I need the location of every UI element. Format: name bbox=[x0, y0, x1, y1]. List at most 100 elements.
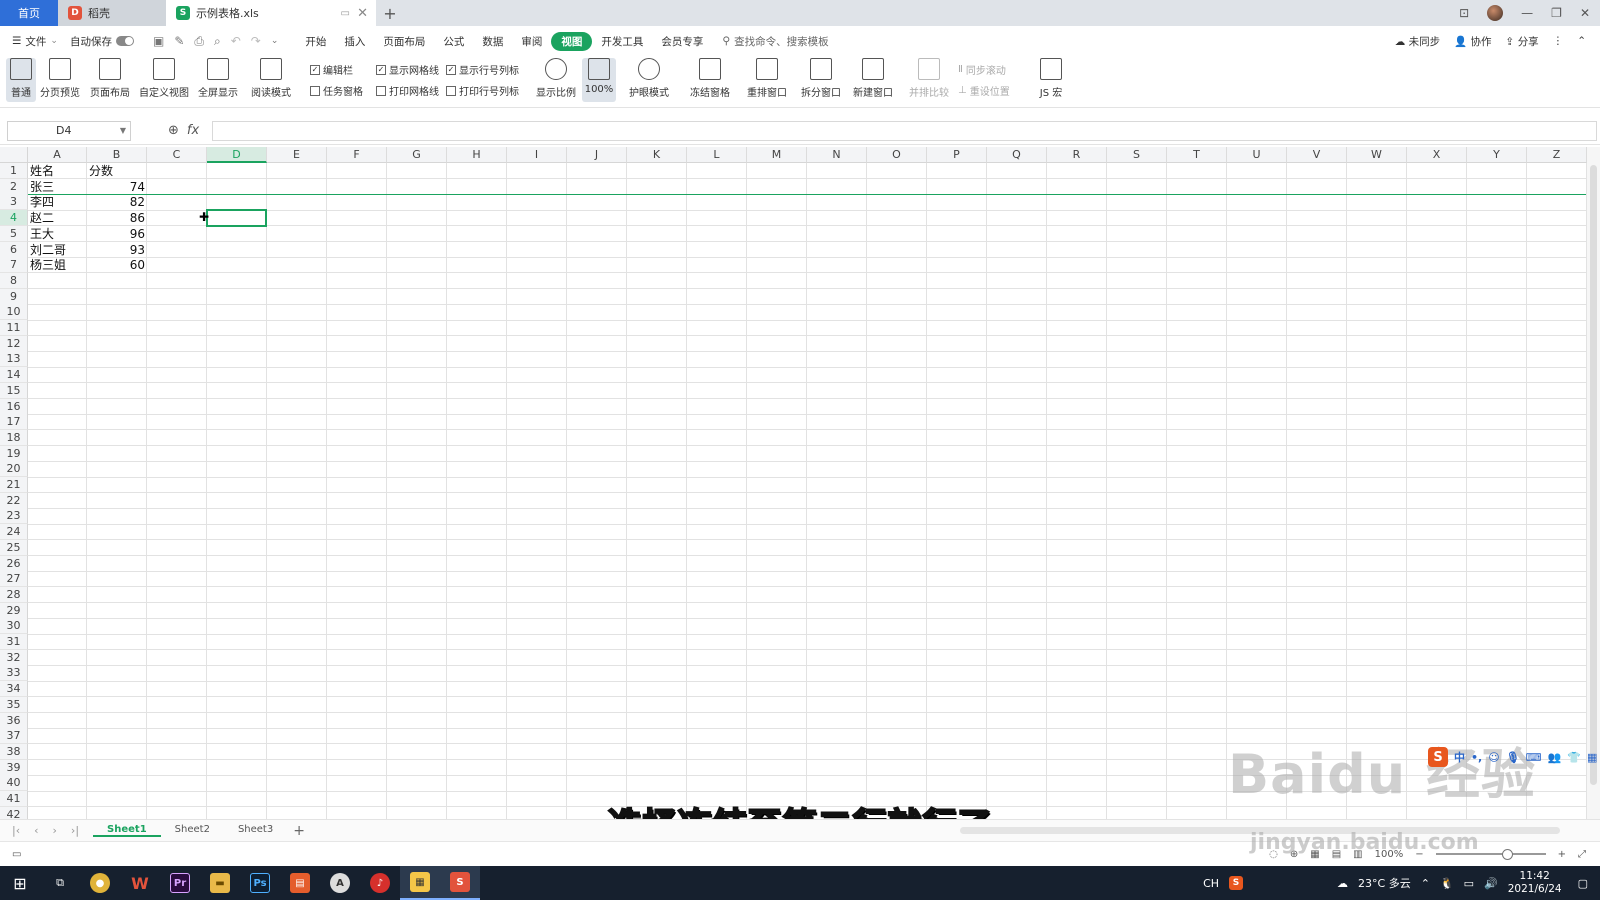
print-preview-icon[interactable]: ⌕ bbox=[214, 34, 221, 49]
sheet-tab-2[interactable]: Sheet3 bbox=[224, 824, 287, 837]
row-header-7[interactable]: 7 bbox=[0, 257, 28, 274]
customize-icon[interactable]: ⌄ bbox=[271, 36, 279, 46]
ime-indicator[interactable]: CH bbox=[1203, 877, 1219, 890]
window-pin-icon[interactable]: ▭ bbox=[341, 8, 350, 19]
column-header-U[interactable]: U bbox=[1227, 147, 1287, 163]
row-header-1[interactable]: 1 bbox=[0, 163, 28, 179]
new-tab-button[interactable]: + bbox=[376, 0, 404, 26]
zoom-in-icon[interactable]: + bbox=[1558, 849, 1566, 860]
macro-record-icon[interactable]: ▭ bbox=[12, 849, 21, 860]
column-header-D[interactable]: D bbox=[207, 147, 267, 163]
taskbar-wps-sheet[interactable]: S bbox=[440, 866, 480, 900]
keyboard-icon[interactable]: ⌨ bbox=[1526, 751, 1542, 764]
normal-view-button[interactable]: 普通 bbox=[6, 58, 36, 102]
sync-scroll-button[interactable]: Ⅱ 同步滚动 bbox=[958, 62, 1006, 77]
row-header-36[interactable]: 36 bbox=[0, 712, 28, 729]
row-header-6[interactable]: 6 bbox=[0, 241, 28, 258]
clock[interactable]: 11:42 2021/6/24 bbox=[1508, 870, 1562, 896]
column-header-V[interactable]: V bbox=[1287, 147, 1347, 163]
row-header-2[interactable]: 2 bbox=[0, 178, 28, 195]
cell-B7[interactable]: 60 bbox=[89, 257, 145, 273]
column-header-F[interactable]: F bbox=[327, 147, 387, 163]
name-box[interactable]: D4 ▼ bbox=[7, 121, 131, 141]
row-header-34[interactable]: 34 bbox=[0, 681, 28, 698]
row-header-24[interactable]: 24 bbox=[0, 524, 28, 541]
restore-icon[interactable]: ❐ bbox=[1551, 6, 1562, 20]
menu-item-6[interactable]: 视图 bbox=[551, 31, 593, 51]
menu-item-4[interactable]: 数据 bbox=[473, 34, 512, 49]
row-header-5[interactable]: 5 bbox=[0, 225, 28, 242]
column-header-L[interactable]: L bbox=[687, 147, 747, 163]
show-headers-checkbox[interactable]: ✓ 显示行号列标 bbox=[446, 62, 519, 77]
editbar-checkbox[interactable]: ✓ 编辑栏 bbox=[310, 62, 353, 77]
tab-file[interactable]: S 示例表格.xls ▭ ✕ bbox=[166, 0, 376, 26]
row-header-12[interactable]: 12 bbox=[0, 335, 28, 352]
undo-icon[interactable]: ↶ bbox=[231, 34, 241, 48]
fx-button[interactable]: fx bbox=[187, 123, 199, 138]
row-header-14[interactable]: 14 bbox=[0, 367, 28, 384]
avatar[interactable] bbox=[1487, 5, 1504, 21]
column-header-E[interactable]: E bbox=[267, 147, 327, 163]
menu-item-1[interactable]: 插入 bbox=[335, 34, 374, 49]
cell-B1[interactable]: 分数 bbox=[89, 163, 145, 179]
first-sheet-icon[interactable]: |‹ bbox=[12, 824, 20, 837]
column-header-M[interactable]: M bbox=[747, 147, 807, 163]
taskbar-app-a[interactable]: A bbox=[320, 866, 360, 900]
task-view-button[interactable]: ⧉ bbox=[40, 866, 80, 900]
cell-A7[interactable]: 杨三姐 bbox=[30, 257, 85, 273]
eye-protection-button[interactable]: 护眼模式 bbox=[626, 58, 672, 102]
new-window-button[interactable]: 新建窗口 bbox=[850, 58, 896, 102]
column-header-G[interactable]: G bbox=[387, 147, 447, 163]
select-all-corner[interactable] bbox=[0, 147, 28, 163]
column-header-N[interactable]: N bbox=[807, 147, 867, 163]
print-grid-checkbox[interactable]: 打印网格线 bbox=[376, 83, 439, 98]
column-header-W[interactable]: W bbox=[1347, 147, 1407, 163]
hamburger-icon[interactable]: ☰ bbox=[12, 35, 21, 47]
column-header-S[interactable]: S bbox=[1107, 147, 1167, 163]
row-header-38[interactable]: 38 bbox=[0, 743, 28, 760]
cell-A6[interactable]: 刘二哥 bbox=[30, 242, 85, 258]
column-header-Y[interactable]: Y bbox=[1467, 147, 1527, 163]
row-header-37[interactable]: 37 bbox=[0, 728, 28, 745]
column-header-K[interactable]: K bbox=[627, 147, 687, 163]
cell-B2[interactable]: 74 bbox=[89, 179, 145, 195]
row-header-30[interactable]: 30 bbox=[0, 618, 28, 635]
column-header-A[interactable]: A bbox=[28, 147, 87, 163]
task-pane-checkbox[interactable]: 任务窗格 bbox=[310, 83, 363, 98]
row-header-17[interactable]: 17 bbox=[0, 414, 28, 431]
taskbar-wps[interactable]: W bbox=[120, 866, 160, 900]
column-header-B[interactable]: B bbox=[87, 147, 147, 163]
formula-input[interactable] bbox=[212, 121, 1597, 141]
row-header-8[interactable]: 8 bbox=[0, 272, 28, 289]
side-by-side-button[interactable]: 并排比较 bbox=[908, 58, 950, 102]
column-header-R[interactable]: R bbox=[1047, 147, 1107, 163]
fullscreen-button[interactable]: 全屏显示 bbox=[196, 58, 240, 102]
row-header-29[interactable]: 29 bbox=[0, 602, 28, 619]
column-header-J[interactable]: J bbox=[567, 147, 627, 163]
column-header-P[interactable]: P bbox=[927, 147, 987, 163]
tab-docer[interactable]: D 稻壳 bbox=[58, 0, 166, 26]
volume-icon[interactable]: 🔊 bbox=[1484, 877, 1498, 890]
row-header-13[interactable]: 13 bbox=[0, 351, 28, 368]
network-icon[interactable]: ▭ bbox=[1464, 877, 1474, 890]
taskbar-chrome[interactable]: ● bbox=[80, 866, 120, 900]
collapse-ribbon-icon[interactable]: ⌃ bbox=[1577, 35, 1586, 47]
skin-icon[interactable]: 👕 bbox=[1567, 751, 1581, 764]
row-header-18[interactable]: 18 bbox=[0, 429, 28, 446]
taskbar-explorer[interactable]: ▬ bbox=[200, 866, 240, 900]
menu-file[interactable]: 文件 bbox=[25, 34, 46, 49]
column-header-Z[interactable]: Z bbox=[1527, 147, 1587, 163]
js-macro-button[interactable]: JS 宏 bbox=[1032, 58, 1070, 102]
print-icon[interactable]: ⎙ bbox=[194, 34, 204, 49]
column-header-T[interactable]: T bbox=[1167, 147, 1227, 163]
vertical-scrollbar[interactable] bbox=[1586, 147, 1600, 819]
row-header-25[interactable]: 25 bbox=[0, 539, 28, 556]
row-header-26[interactable]: 26 bbox=[0, 555, 28, 572]
tray-expand-icon[interactable]: ⌃ bbox=[1421, 877, 1430, 890]
menu-item-8[interactable]: 会员专享 bbox=[652, 34, 712, 49]
row-header-15[interactable]: 15 bbox=[0, 382, 28, 399]
taskbar-premiere[interactable]: Pr bbox=[160, 866, 200, 900]
page-layout-button[interactable]: 页面布局 bbox=[88, 58, 132, 102]
weather-text[interactable]: 23°C 多云 bbox=[1358, 875, 1411, 891]
close-window-icon[interactable]: ✕ bbox=[1580, 6, 1590, 20]
